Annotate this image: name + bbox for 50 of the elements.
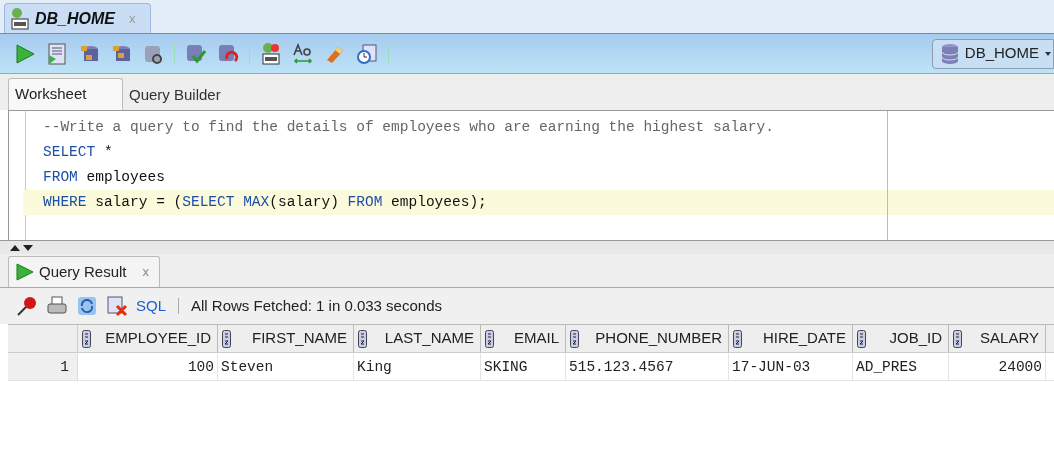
- splitter-arrows-icon[interactable]: [10, 243, 34, 252]
- column-header[interactable]: EMAIL: [481, 325, 566, 352]
- sort-icon: [485, 329, 494, 348]
- cancel-icon[interactable]: [106, 295, 128, 317]
- table-cell: AD_PRES: [853, 353, 949, 380]
- sort-icon: [733, 329, 742, 348]
- row-number: 1: [8, 353, 78, 380]
- sort-icon: [82, 329, 91, 348]
- code-line: --Write a query to find the details of employees who are earning the highest salary.: [42, 118, 775, 137]
- sql-link[interactable]: SQL: [136, 294, 166, 318]
- result-tab-title[interactable]: Query Result: [39, 260, 127, 284]
- format-icon[interactable]: [292, 42, 314, 65]
- run-icon[interactable]: [14, 42, 36, 65]
- code-line: FROM employees: [42, 168, 166, 187]
- column-header[interactable]: FIRST_NAME: [218, 325, 354, 352]
- table-cell: SKING: [481, 353, 566, 380]
- editor-tab-title[interactable]: DB_HOME: [35, 6, 115, 31]
- run-icon: [15, 262, 35, 282]
- table-cell: 24000: [949, 353, 1046, 380]
- caret-icon: [1045, 50, 1051, 57]
- column-header[interactable]: HIRE_DATE: [729, 325, 853, 352]
- column-header[interactable]: SALARY: [949, 325, 1046, 352]
- column-header[interactable]: PHONE_NUMBER: [566, 325, 729, 352]
- table-cell: 17-JUN-03: [729, 353, 853, 380]
- table-cell: Steven: [218, 353, 354, 380]
- table-cell: 515.123.4567: [566, 353, 729, 380]
- sort-icon: [570, 329, 579, 348]
- worksheet-icon: [9, 6, 31, 31]
- connection-dropdown[interactable]: DB_HOME: [931, 38, 1054, 69]
- pin-icon[interactable]: [16, 295, 38, 317]
- worksheet-tab[interactable]: Query Builder: [123, 78, 227, 110]
- status-text: All Rows Fetched: 1 in 0.033 seconds: [191, 295, 442, 316]
- rollback-icon[interactable]: [217, 42, 239, 65]
- run-script-icon[interactable]: [46, 42, 68, 65]
- worksheet-icon[interactable]: [260, 41, 282, 66]
- sort-icon: [222, 329, 231, 348]
- print-icon[interactable]: [46, 295, 68, 317]
- sort-icon: [953, 329, 962, 348]
- column-header[interactable]: LAST_NAME: [354, 325, 481, 352]
- sort-icon: [857, 329, 866, 348]
- column-header[interactable]: JOB_ID: [853, 325, 949, 352]
- table-cell: 100: [78, 353, 218, 380]
- code-line: SELECT *: [42, 143, 114, 162]
- history-icon[interactable]: [356, 42, 378, 65]
- table-cell: King: [354, 353, 481, 380]
- commit-icon[interactable]: [185, 42, 207, 65]
- column-header[interactable]: EMPLOYEE_ID: [78, 325, 218, 352]
- sort-icon: [358, 329, 367, 348]
- worksheet-tab[interactable]: Worksheet: [8, 78, 123, 110]
- refresh-icon[interactable]: [76, 295, 98, 317]
